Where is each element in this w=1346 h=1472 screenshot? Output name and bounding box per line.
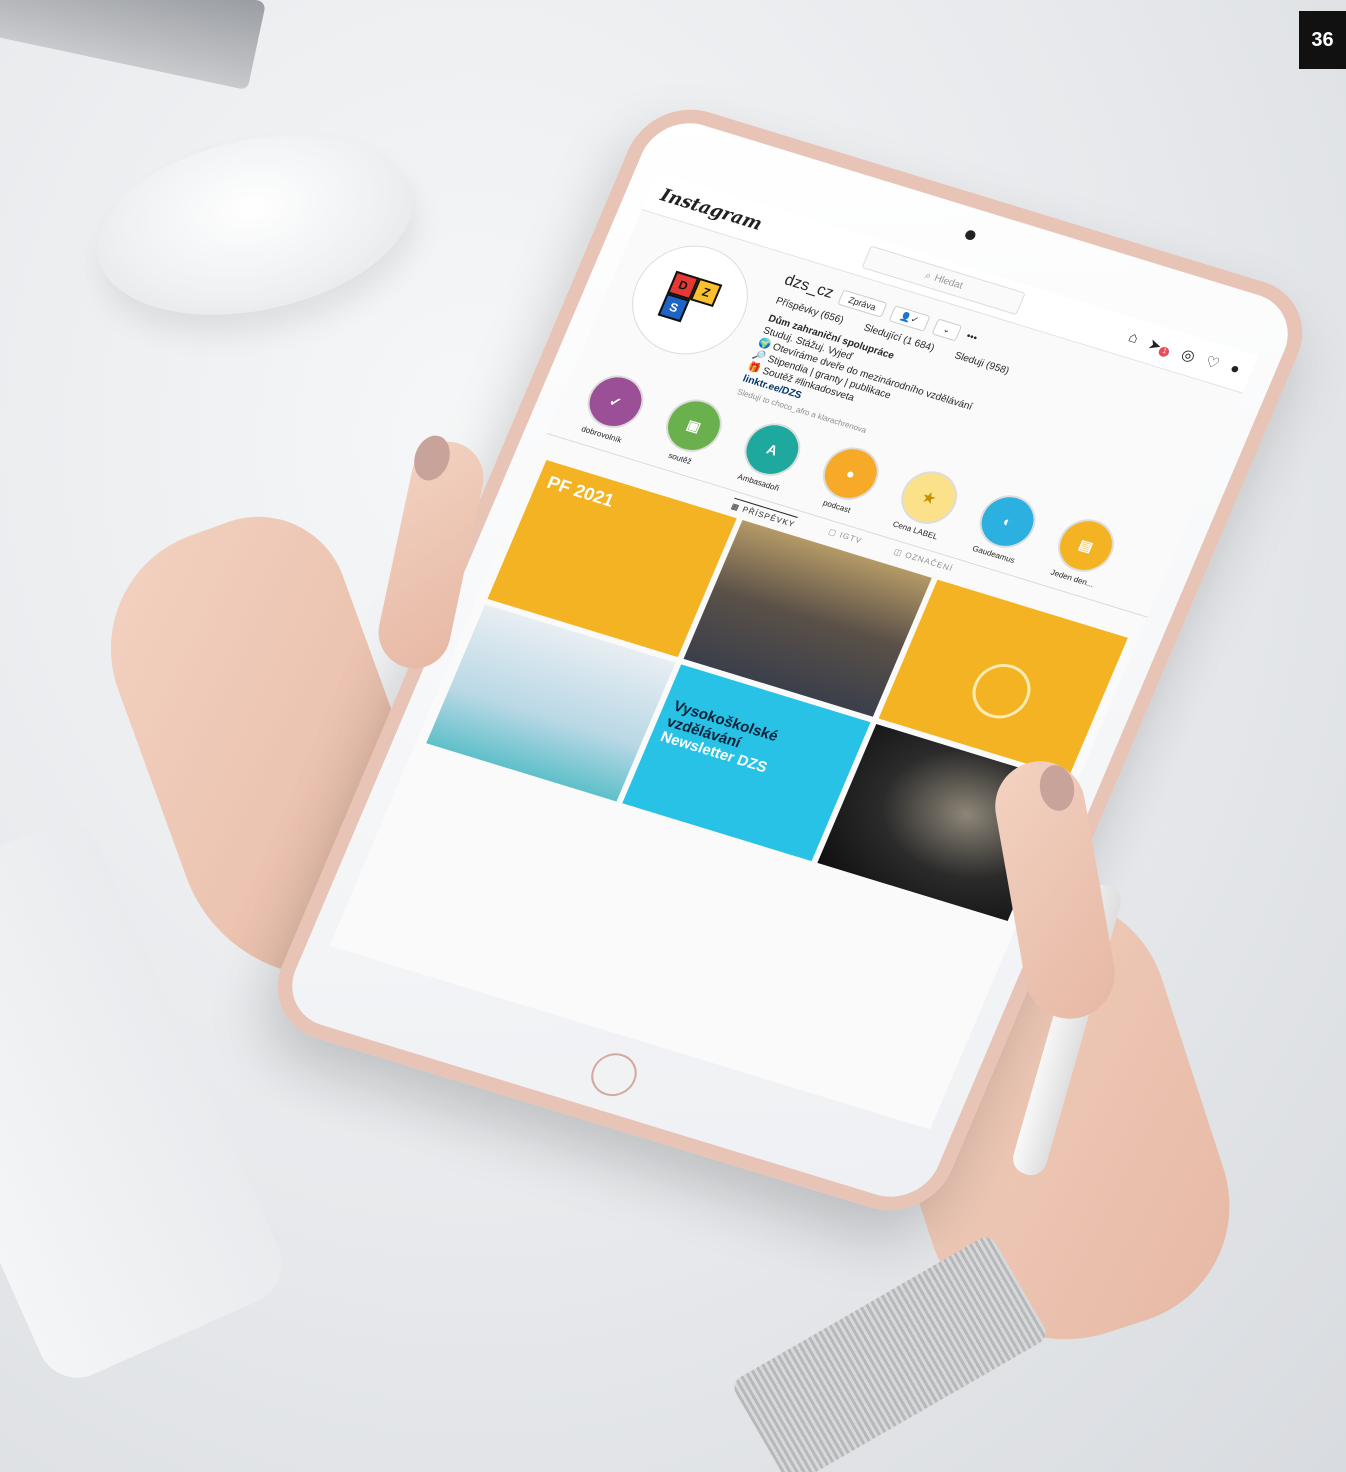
highlight-item[interactable]: ▤ Jeden den... — [1041, 511, 1127, 591]
tab-igtv-label: IGTV — [838, 530, 864, 546]
username: dzs_cz — [781, 271, 837, 302]
following-button[interactable]: 👤✓ — [888, 304, 931, 332]
highlight-icon: ▤ — [1049, 512, 1123, 579]
highlight-item[interactable]: A Ambasadoři — [727, 416, 813, 496]
highlight-icon: ▣ — [657, 392, 731, 459]
highlight-icon: ★ — [892, 464, 966, 531]
highlight-label: podcast — [821, 498, 852, 515]
highlight-icon: ● — [814, 440, 888, 507]
highlight-item[interactable]: ● podcast — [805, 440, 891, 520]
highlight-item[interactable]: ▣ soutěž — [649, 392, 735, 472]
search-placeholder: Hledat — [932, 272, 965, 292]
direct-icon[interactable]: ➤1 — [1145, 335, 1174, 359]
photo-scene: Instagram ⌕ Hledat ⌂ ➤1 ◎ ♡ ● D Z S dzs_… — [0, 0, 1346, 1472]
highlight-item[interactable]: ★ Cena LABEL — [884, 464, 970, 544]
notification-badge: 1 — [1157, 345, 1172, 359]
message-button[interactable]: Zpráva — [837, 289, 888, 318]
explore-icon[interactable]: ◎ — [1179, 345, 1199, 366]
highlight-item[interactable]: ◐ Gaudeamus — [962, 488, 1048, 568]
highlight-label: soutěž — [666, 450, 694, 467]
highlight-icon: ✓ — [579, 368, 652, 435]
page-number: 36 — [1299, 11, 1346, 69]
profile-avatar-icon[interactable]: ● — [1227, 360, 1242, 379]
avatar[interactable]: D Z S — [614, 231, 766, 369]
home-icon[interactable]: ⌂ — [1125, 329, 1141, 348]
heart-icon[interactable]: ♡ — [1203, 352, 1223, 373]
home-button[interactable] — [584, 1047, 644, 1102]
highlight-item[interactable]: ✓ dobrovolník — [570, 368, 656, 448]
trophy-icon — [963, 656, 1039, 726]
search-icon: ⌕ — [923, 269, 934, 282]
wrist-watch — [730, 1233, 1050, 1472]
more-options-icon[interactable]: ••• — [965, 330, 979, 343]
computer-mouse — [80, 108, 430, 342]
dzs-logo: D Z S — [650, 263, 731, 336]
highlight-icon: ◐ — [971, 488, 1045, 555]
laptop-corner — [0, 0, 267, 91]
user-check-icon: 👤✓ — [898, 310, 921, 325]
tablet-camera — [963, 229, 978, 242]
highlight-icon: A — [735, 416, 809, 483]
chevron-down-icon[interactable]: ⌄ — [931, 317, 963, 342]
tab-igtv[interactable]: ▢ IGTV — [825, 527, 863, 549]
post-pf-title: PF 2021 — [544, 472, 618, 511]
